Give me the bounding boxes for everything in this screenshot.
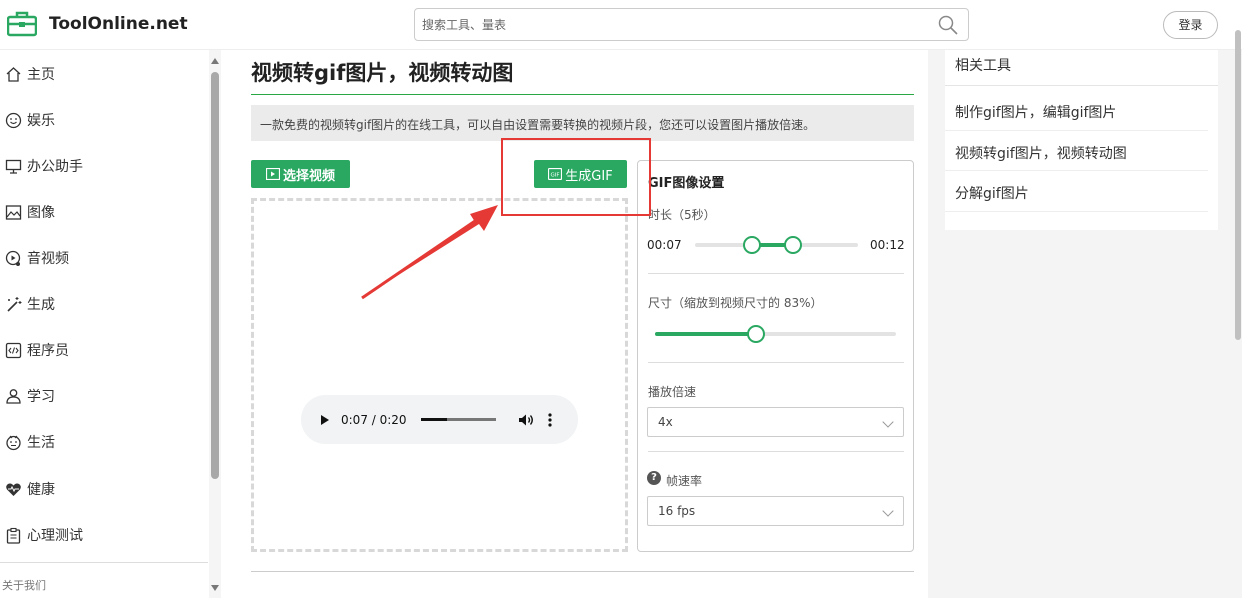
gif-settings-panel: GIF图像设置 时长（5秒） 00:07 00:12 尺寸（缩放到视频尺寸的 8… [637, 160, 914, 552]
title-underline [251, 94, 914, 95]
sidebar-item-label: 生活 [27, 435, 55, 451]
settings-title: GIF图像设置 [648, 176, 725, 191]
chevron-down-icon [882, 416, 894, 428]
sidebar-item-label: 音视频 [27, 251, 69, 267]
right-column: 相关工具 制作gif图片，编辑gif图片 视频转gif图片，视频转动图 分解gi… [928, 50, 1242, 598]
related-tools-title: 相关工具 [955, 58, 1011, 74]
settings-divider [648, 451, 904, 452]
sidebar-item-image[interactable]: 图像 [5, 201, 55, 223]
sidebar-item-psych-test[interactable]: 心理测试 [5, 524, 83, 546]
sidebar-item-label: 健康 [27, 482, 55, 498]
sidebar-item-label: 图像 [27, 205, 55, 221]
site-name: ToolOnline.net [49, 14, 188, 34]
size-label: 尺寸（缩放到视频尺寸的 83%） [648, 296, 823, 310]
select-video-button[interactable]: 选择视频 [251, 160, 350, 188]
size-slider-handle[interactable] [747, 325, 766, 343]
sidebar-item-label: 主页 [27, 67, 55, 83]
page-scrollbar[interactable] [1235, 30, 1241, 340]
duration-end-handle[interactable] [783, 236, 802, 254]
search-icon[interactable] [938, 15, 958, 35]
content-divider [251, 571, 914, 572]
fps-label: 帧速率 [666, 474, 703, 488]
site-logo[interactable]: ToolOnline.net [7, 11, 188, 37]
tool-description: 一款免费的视频转gif图片的在线工具，可以自由设置需要转换的视频片段，您还可以设… [251, 105, 914, 141]
sidebar-item-label: 办公助手 [27, 159, 83, 175]
scroll-up-arrow-icon[interactable] [211, 58, 219, 64]
speed-select[interactable]: 4x [647, 407, 904, 437]
code-icon [5, 342, 22, 358]
end-time: 00:12 [870, 238, 905, 252]
related-tool-link[interactable]: 视频转gif图片，视频转动图 [955, 143, 1127, 163]
sidebar-item-home[interactable]: 主页 [5, 63, 55, 85]
top-header: ToolOnline.net 登录 [0, 0, 1242, 50]
speed-label: 播放倍速 [648, 385, 697, 399]
sidebar-item-health[interactable]: 健康 [5, 478, 55, 500]
chevron-down-icon [882, 505, 894, 517]
video-preview-area[interactable] [251, 198, 628, 552]
about-link[interactable]: 关于我们 [2, 577, 46, 593]
sidebar-divider [0, 562, 208, 563]
size-slider-fill [655, 332, 757, 336]
smile-icon [5, 112, 22, 128]
video-file-icon [265, 168, 280, 180]
sidebar-item-label: 程序员 [27, 343, 69, 359]
fps-select[interactable]: 16 fps [647, 496, 904, 526]
start-time: 00:07 [647, 238, 682, 252]
player-seek-bar[interactable] [420, 418, 496, 421]
study-icon [6, 388, 21, 404]
player-progress [420, 418, 447, 421]
related-tool-link[interactable]: 制作gif图片，编辑gif图片 [955, 102, 1116, 122]
login-button[interactable]: 登录 [1163, 11, 1218, 39]
volume-icon[interactable] [518, 413, 534, 427]
scroll-down-arrow-icon[interactable] [211, 585, 219, 591]
sidebar-item-programmer[interactable]: 程序员 [5, 339, 69, 361]
magic-wand-icon [7, 296, 22, 312]
sidebar-item-audio-video[interactable]: 音视频 [5, 247, 69, 269]
sidebar-item-generate[interactable]: 生成 [5, 293, 55, 315]
card-divider [945, 85, 1218, 86]
duration-label: 时长（5秒） [648, 208, 716, 222]
related-tool-link[interactable]: 分解gif图片 [955, 183, 1029, 203]
sidebar-scroll-thumb[interactable] [211, 72, 219, 479]
play-icon[interactable] [321, 414, 329, 425]
page-title: 视频转gif图片，视频转动图 [251, 61, 514, 85]
search-box [414, 8, 969, 41]
list-divider [945, 130, 1208, 131]
sidebar-item-entertainment[interactable]: 娱乐 [5, 109, 55, 131]
search-input[interactable] [415, 9, 915, 40]
sidebar-item-study[interactable]: 学习 [5, 385, 55, 407]
settings-divider [648, 362, 904, 363]
home-icon [6, 66, 21, 82]
fps-value: 16 fps [658, 504, 696, 518]
duration-start-handle[interactable] [743, 236, 762, 254]
player-time: 0:07 / 0:20 [341, 412, 407, 427]
sidebar-item-label: 生成 [27, 297, 55, 313]
sidebar-item-label: 心理测试 [27, 528, 83, 544]
more-options-icon[interactable] [547, 412, 552, 427]
sidebar-item-label: 娱乐 [27, 113, 55, 129]
clipboard-icon [6, 527, 21, 544]
help-icon[interactable]: ? [647, 471, 661, 485]
settings-divider [648, 273, 904, 274]
list-divider [945, 170, 1208, 171]
image-icon [5, 204, 22, 220]
list-divider [945, 211, 1208, 212]
sidebar: 主页 娱乐 办公助手 图像 音视频 生成 程序员 学习 生活 健康 心理测试 关… [0, 50, 222, 598]
sidebar-item-office[interactable]: 办公助手 [5, 155, 83, 177]
speed-value: 4x [658, 415, 673, 429]
related-tools-card: 相关工具 制作gif图片，编辑gif图片 视频转gif图片，视频转动图 分解gi… [945, 50, 1218, 230]
media-player: 0:07 / 0:20 [301, 395, 578, 444]
main-content: 视频转gif图片，视频转动图 一款免费的视频转gif图片的在线工具，可以自由设置… [222, 50, 928, 598]
annotation-highlight-box [501, 138, 651, 216]
sidebar-item-life[interactable]: 生活 [5, 431, 55, 453]
toolbox-icon [7, 11, 37, 37]
monitor-icon [5, 159, 22, 174]
sidebar-item-label: 学习 [27, 389, 55, 405]
select-video-label: 选择视频 [282, 168, 335, 184]
audio-video-icon [5, 250, 21, 266]
heart-icon [6, 483, 21, 496]
life-icon [6, 435, 21, 450]
